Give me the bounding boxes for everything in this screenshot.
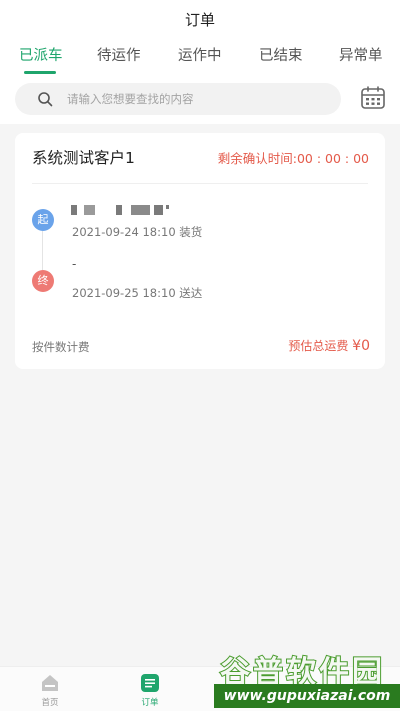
header: 订单 已派车 待运作 运作中 已结束 异常单 [0,0,400,124]
search-icon [38,92,53,107]
load-time-value: 2021-09-24 18:10 [72,225,176,239]
order-card[interactable]: 系统测试客户1 剩余确认时间:00 : 00 : 00 起 终 2021-09-… [15,133,385,369]
active-tab-indicator [24,71,56,74]
nav-orders-label: 订单 [141,698,159,708]
end-address: - [72,257,77,271]
nav-orders[interactable]: 订单 [120,673,180,708]
estimate-value: ¥0 [352,338,370,354]
confirm-countdown: 剩余确认时间:00 : 00 : 00 [218,148,369,167]
tab-pending[interactable]: 待运作 [97,44,141,65]
tab-abnormal[interactable]: 异常单 [339,44,383,65]
load-action: 装货 [179,225,203,239]
route-line [42,231,43,270]
countdown-value: 00 : 00 : 00 [296,151,369,166]
end-badge: 终 [32,270,54,292]
page-title: 订单 [184,11,215,29]
load-time: 2021-09-24 18:10 装货 [72,224,202,240]
divider [32,183,368,184]
client-name: 系统测试客户1 [32,149,135,167]
order-icon [141,674,159,692]
tab-finished[interactable]: 已结束 [259,44,303,65]
tab-bar: 已派车 待运作 运作中 已结束 异常单 [0,44,400,74]
nav-home-label: 首页 [41,698,59,708]
calendar-icon[interactable] [360,85,386,111]
pricing-mode: 按件数计费 [32,340,90,354]
countdown-label: 剩余确认时间: [217,151,297,166]
deliver-time: 2021-09-25 18:10 送达 [72,285,202,301]
watermark: 谷普软件园 www.gupuxiazai.com [214,647,400,711]
estimate-label: 预估总运费 [288,339,349,353]
tab-in-progress[interactable]: 运作中 [178,44,222,65]
tab-dispatched[interactable]: 已派车 [19,44,63,65]
start-badge: 起 [32,209,54,231]
nav-home[interactable]: 首页 [20,673,80,708]
search-bar[interactable] [15,83,341,115]
search-input[interactable] [67,83,327,115]
start-address-redacted [71,205,181,219]
watermark-url: www.gupuxiazai.com [214,684,400,708]
deliver-action: 送达 [179,286,203,300]
home-icon [42,675,58,691]
deliver-time-value: 2021-09-25 18:10 [72,286,176,300]
estimated-fee: 预估总运费 ¥0 [288,337,370,354]
